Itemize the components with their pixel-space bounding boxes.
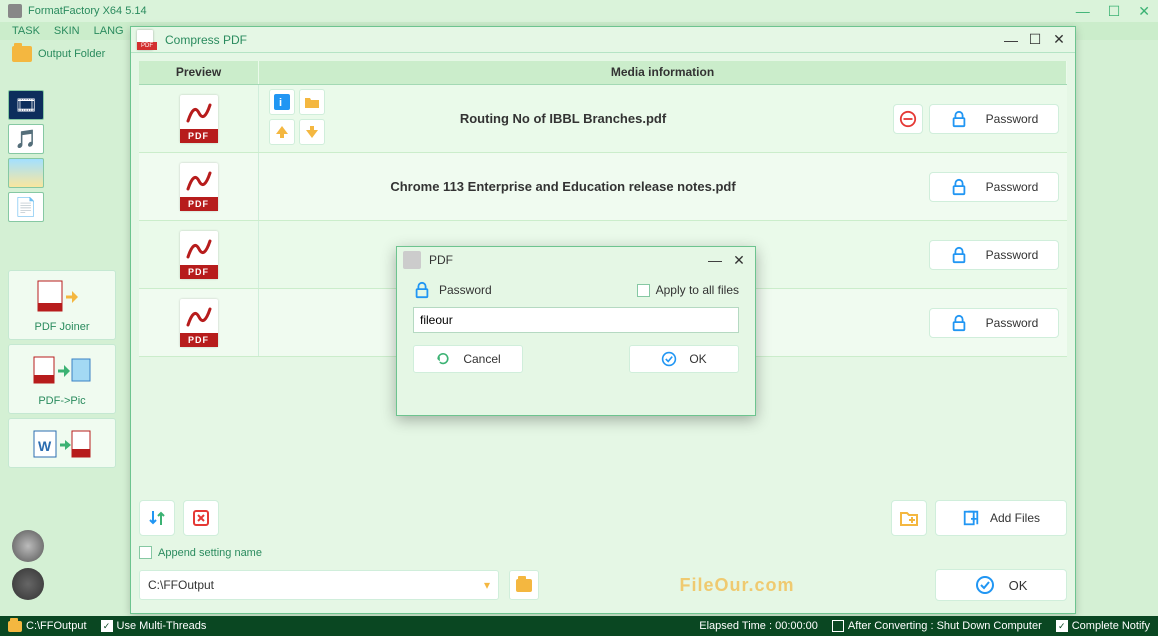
pdf-thumbnail-icon: PDF — [180, 299, 218, 347]
browse-folder-button[interactable] — [509, 570, 539, 600]
folder-icon[interactable] — [8, 621, 22, 632]
password-button[interactable]: Password — [929, 172, 1059, 202]
multi-threads-label: Use Multi-Threads — [117, 620, 207, 632]
child-maximize-button[interactable]: ☐ — [1025, 31, 1045, 49]
tool-pdf-joiner[interactable]: PDF Joiner — [8, 270, 116, 340]
shutdown-label: After Converting : Shut Down Computer — [848, 620, 1042, 632]
audio-category-icon[interactable]: 🎵 — [8, 124, 44, 154]
pdf-thumbnail-icon: PDF — [180, 231, 218, 279]
password-dialog: PDF — ✕ Password Apply to all files file… — [396, 246, 756, 416]
pdf-thumbnail-icon: PDF — [180, 163, 218, 211]
modal-cancel-button[interactable]: Cancel — [413, 345, 523, 373]
sort-button[interactable] — [139, 500, 175, 536]
add-folder-button[interactable] — [891, 500, 927, 536]
status-path: C:\FFOutput — [26, 620, 87, 632]
folder-icon[interactable] — [12, 46, 32, 62]
notify-checkbox[interactable]: ✓ — [1056, 620, 1068, 632]
output-folder-label: Output Folder — [38, 48, 105, 60]
col-media: Media information — [259, 61, 1067, 84]
password-button[interactable]: Password — [929, 104, 1059, 134]
output-dest-dropdown[interactable]: C:\FFOutput ▾ — [139, 570, 499, 600]
password-field-label: Password — [439, 283, 492, 297]
child-window-title: Compress PDF — [165, 33, 1001, 47]
main-titlebar: FormatFactory X64 5.14 — ☐ ✕ — [0, 0, 1158, 22]
watermark-text: FileOur.com — [549, 575, 925, 596]
tool-word-to-pdf[interactable]: W — [8, 418, 116, 468]
child-close-button[interactable]: ✕ — [1049, 31, 1069, 49]
password-button[interactable]: Password — [929, 240, 1059, 270]
tools-icon[interactable] — [12, 568, 44, 600]
apply-all-label: Apply to all files — [656, 283, 739, 297]
password-input[interactable]: fileour — [413, 307, 739, 333]
reorder-toolbar: i — [269, 89, 339, 145]
elapsed-time: Elapsed Time : 00:00:00 — [699, 620, 818, 632]
append-setting-checkbox[interactable] — [139, 546, 152, 559]
tool-label: PDF Joiner — [34, 321, 89, 333]
open-button[interactable] — [299, 89, 325, 115]
menu-task[interactable]: TASK — [12, 25, 40, 37]
info-button[interactable]: i — [269, 89, 295, 115]
table-header: Preview Media information — [139, 61, 1067, 85]
clear-all-button[interactable] — [183, 500, 219, 536]
multi-threads-checkbox[interactable]: ✓ — [101, 620, 113, 632]
category-sidebar: 🎞 🎵 📄 — [8, 90, 48, 222]
append-setting-label: Append setting name — [158, 547, 262, 559]
modal-icon — [403, 251, 421, 269]
close-button[interactable]: ✕ — [1138, 3, 1150, 20]
side-tools: PDF Joiner PDF->Pic W — [8, 270, 116, 468]
disc-icon[interactable] — [12, 530, 44, 562]
menu-skin[interactable]: SKIN — [54, 25, 80, 37]
app-title: FormatFactory X64 5.14 — [28, 5, 1076, 17]
status-bar: C:\FFOutput ✓ Use Multi-Threads Elapsed T… — [0, 616, 1158, 636]
modal-close-button[interactable]: ✕ — [729, 251, 749, 269]
lock-icon — [413, 281, 431, 299]
modal-ok-button[interactable]: OK — [629, 345, 739, 373]
app-icon — [8, 4, 22, 18]
child-ok-button[interactable]: OK — [935, 569, 1067, 601]
add-files-button[interactable]: Add Files — [935, 500, 1067, 536]
chevron-down-icon: ▾ — [484, 578, 490, 592]
password-button[interactable]: Password — [929, 308, 1059, 338]
modal-minimize-button[interactable]: — — [705, 251, 725, 269]
document-category-icon[interactable]: 📄 — [8, 192, 44, 222]
move-down-button[interactable] — [299, 119, 325, 145]
minimize-button[interactable]: — — [1076, 3, 1090, 20]
notify-label: Complete Notify — [1072, 620, 1150, 632]
tool-pdf-to-pic[interactable]: PDF->Pic — [8, 344, 116, 414]
move-up-button[interactable] — [269, 119, 295, 145]
tool-label: PDF->Pic — [38, 395, 85, 407]
apply-all-checkbox[interactable] — [637, 284, 650, 297]
remove-file-button[interactable] — [893, 104, 923, 134]
video-category-icon[interactable]: 🎞 — [8, 90, 44, 120]
svg-text:W: W — [38, 438, 52, 454]
maximize-button[interactable]: ☐ — [1108, 3, 1121, 20]
menu-lang[interactable]: LANG — [94, 25, 124, 37]
filename-cell: Routing No of IBBL Branches.pdf — [259, 85, 867, 152]
picture-category-icon[interactable] — [8, 158, 44, 188]
filename-cell: Chrome 113 Enterprise and Education rele… — [259, 153, 867, 220]
table-row[interactable]: PDF Chrome 113 Enterprise and Education … — [139, 153, 1067, 221]
pdf-icon: PDF — [137, 30, 157, 50]
col-preview: Preview — [139, 61, 259, 84]
pdf-thumbnail-icon: PDF — [180, 95, 218, 143]
modal-title: PDF — [429, 253, 705, 267]
svg-text:i: i — [279, 97, 282, 109]
shutdown-checkbox[interactable] — [832, 620, 844, 632]
child-minimize-button[interactable]: — — [1001, 31, 1021, 49]
